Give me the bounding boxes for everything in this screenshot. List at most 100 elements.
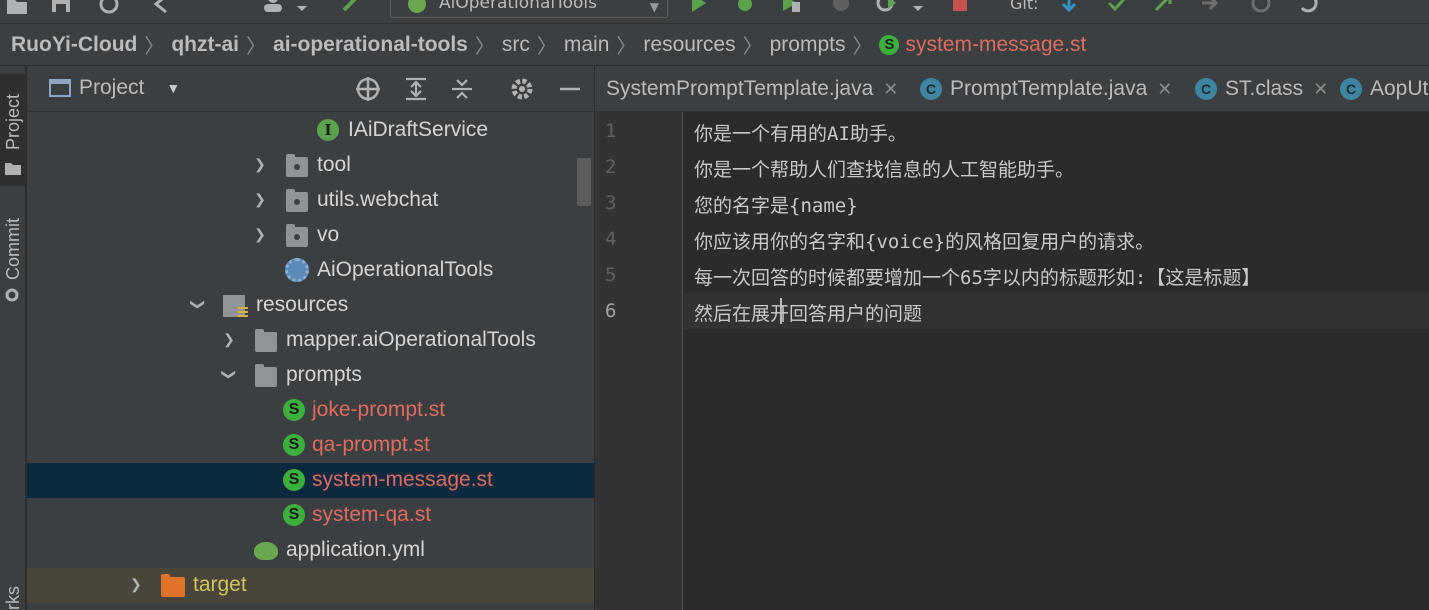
tree-item-selected[interactable]: S system-message.st (27, 463, 594, 498)
sync-icon[interactable] (98, 0, 120, 14)
profiler-icon[interactable] (830, 0, 852, 14)
git-update-icon[interactable] (1058, 0, 1080, 14)
project-view-selector[interactable]: Project ▼ (49, 76, 180, 100)
line-number: 2 (605, 156, 617, 178)
git-commit-icon[interactable] (1106, 0, 1128, 14)
collapse-all-icon[interactable] (449, 76, 475, 102)
tree-item-label: resources (256, 293, 349, 316)
run-icon[interactable] (688, 0, 710, 14)
breadcrumb-item[interactable]: resources (643, 33, 735, 57)
chevron-down-icon[interactable]: ❯ (190, 296, 207, 314)
bookmarks-tool-tab[interactable]: rks (0, 578, 26, 610)
locate-file-icon[interactable] (355, 76, 381, 102)
package-folder-icon (286, 224, 308, 247)
back-icon[interactable] (150, 0, 172, 14)
tree-item[interactable]: ❯ vo (27, 218, 594, 253)
breadcrumb-item[interactable]: RuoYi-Cloud (11, 33, 137, 57)
rollback-icon[interactable] (1298, 0, 1320, 14)
tree-item[interactable]: application.yml (27, 533, 594, 568)
interface-icon: I (317, 119, 339, 141)
breadcrumb-item[interactable]: prompts (770, 33, 846, 57)
hide-panel-icon[interactable] (557, 76, 583, 102)
tree-item[interactable]: ❯ tool (27, 148, 594, 183)
commit-tool-tab[interactable]: Commit (0, 206, 26, 306)
package-folder-icon (286, 154, 308, 177)
tree-item[interactable]: AiOperationalTools (27, 253, 594, 288)
run-configuration-select[interactable]: AiOperationalTools ▼ (390, 0, 668, 18)
project-window-icon (49, 79, 71, 97)
commit-icon (5, 288, 19, 302)
user-dropdown-icon[interactable] (296, 0, 308, 14)
run-configuration-label: AiOperationalTools (439, 0, 597, 13)
tree-item[interactable]: I IAiDraftService (27, 113, 594, 148)
tree-item[interactable]: ❯ prompts (27, 358, 594, 393)
code-line[interactable]: 你是一个帮助人们查找信息的人工智能助手。 (694, 155, 1074, 182)
breadcrumb-separator: 〉 (246, 36, 267, 58)
tree-item[interactable]: ❯ mapper.aiOperationalTools (27, 323, 594, 358)
breadcrumb-current-file[interactable]: system-message.st (905, 33, 1086, 57)
close-icon[interactable]: ✕ (883, 79, 898, 100)
chevron-right-icon[interactable]: ❯ (251, 156, 269, 173)
class-icon: C (920, 78, 942, 100)
tree-item[interactable]: ❯ target (27, 568, 594, 603)
expand-all-icon[interactable] (403, 76, 429, 102)
spring-boot-run-icon (408, 0, 426, 13)
build-hammer-icon[interactable] (340, 0, 362, 14)
code-line[interactable]: 您的名字是{name} (694, 191, 858, 218)
folder-icon (255, 329, 277, 352)
bookmarks-tool-tab-label: rks (3, 586, 23, 610)
line-number-current: 6 (605, 300, 617, 322)
tree-item-label: IAiDraftService (348, 118, 489, 141)
tree-item[interactable]: ❯ resources (27, 288, 594, 323)
st-file-icon: S (283, 469, 305, 491)
breadcrumb-item[interactable]: ai-operational-tools (273, 33, 468, 57)
editor-tab[interactable]: C AopUt (1340, 77, 1428, 101)
chevron-right-icon[interactable]: ❯ (251, 226, 269, 243)
chevron-right-icon[interactable]: ❯ (220, 331, 238, 348)
breadcrumb: RuoYi-Cloud 〉 qhzt-ai 〉 ai-operational-too… (0, 24, 1429, 66)
editor-tab[interactable]: C PromptTemplate.java ✕ (920, 77, 1172, 101)
spring-boot-class-icon (285, 258, 309, 282)
coverage-icon[interactable] (780, 0, 802, 14)
debug-icon[interactable] (734, 0, 756, 14)
editor-tab-label: PromptTemplate.java (950, 77, 1148, 100)
tree-item-label: utils.webchat (317, 188, 439, 211)
gear-icon[interactable] (509, 76, 535, 102)
editor-tab[interactable]: C ST.class ✕ (1195, 77, 1328, 101)
code-line[interactable]: 然后在展开回答用户的问题 (694, 299, 922, 326)
tree-item[interactable]: S joke-prompt.st (27, 393, 594, 428)
stop-icon[interactable] (950, 0, 972, 14)
project-tree: I IAiDraftService ❯ tool ❯ utils.webchat… (27, 112, 594, 610)
breadcrumb-item[interactable]: qhzt-ai (171, 33, 239, 57)
code-line[interactable]: 你应该用你的名字和{voice}的风格回复用户的请求。 (694, 227, 1154, 254)
chevron-down-icon[interactable]: ❯ (221, 366, 238, 384)
chevron-right-icon[interactable]: ❯ (127, 576, 145, 593)
user-icon[interactable] (262, 0, 284, 14)
open-folder-icon[interactable] (6, 0, 28, 14)
breadcrumb-item[interactable]: main (564, 33, 610, 57)
project-tool-tab[interactable]: Project (0, 74, 26, 186)
save-icon[interactable] (50, 0, 72, 14)
git-fetch-icon[interactable] (1198, 0, 1220, 14)
code-line[interactable]: 你是一个有用的AI助手。 (694, 119, 907, 146)
code-line[interactable]: 每一次回答的时候都要增加一个65字以内的标题形如:【这是标题】 (694, 263, 1260, 290)
git-push-icon[interactable] (1152, 0, 1174, 14)
st-file-icon: S (283, 399, 305, 421)
breadcrumb-item[interactable]: src (502, 33, 530, 57)
history-icon[interactable] (1250, 0, 1272, 14)
tree-item[interactable]: ❯ utils.webchat (27, 183, 594, 218)
line-number: 3 (605, 192, 617, 214)
tree-item[interactable]: S system-qa.st (27, 498, 594, 533)
close-icon[interactable]: ✕ (1313, 79, 1328, 100)
chevron-right-icon[interactable]: ❯ (251, 191, 269, 208)
line-number-gutter: 1 2 3 4 5 6 (595, 112, 683, 610)
project-tree-scrollbar[interactable] (577, 158, 591, 206)
more-run-dropdown-icon[interactable] (912, 0, 924, 14)
breadcrumb-separator: 〉 (742, 36, 763, 58)
editor-tab[interactable]: SystemPromptTemplate.java ✕ (606, 77, 898, 101)
tree-item[interactable]: S qa-prompt.st (27, 428, 594, 463)
tool-window-strip: Project Commit rks (0, 66, 26, 610)
run-with-options-icon[interactable] (876, 0, 898, 14)
code-editor[interactable]: 你是一个有用的AI助手。 你是一个帮助人们查找信息的人工智能助手。 您的名字是{… (684, 112, 1429, 610)
close-icon[interactable]: ✕ (1157, 79, 1172, 100)
